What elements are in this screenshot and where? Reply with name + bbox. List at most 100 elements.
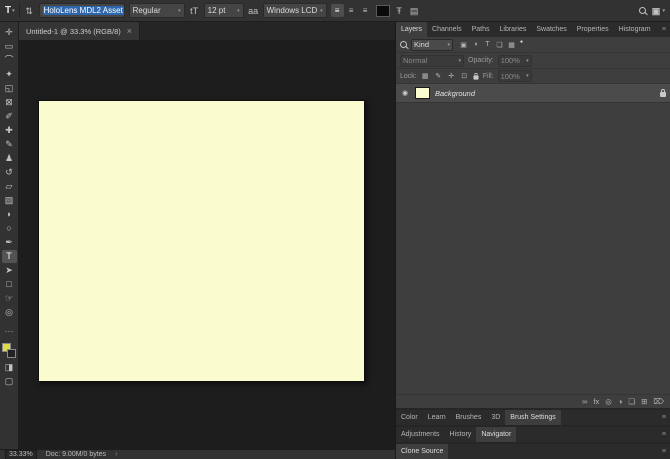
- align-right-button[interactable]: ≡: [359, 4, 372, 17]
- lock-position-icon[interactable]: ✛: [447, 72, 456, 80]
- rectangle-tool[interactable]: □: [2, 278, 17, 291]
- tab-swatches[interactable]: Swatches: [531, 22, 571, 37]
- tab-histogram[interactable]: Histogram: [614, 22, 656, 37]
- opacity-select[interactable]: 100% ▾: [497, 54, 532, 67]
- options-bar: T ▾ ⇅ HoloLens MDL2 Asset ▾ Regular ▾ tT…: [0, 0, 670, 22]
- frame-tool[interactable]: ⊠: [2, 96, 17, 109]
- lock-icon[interactable]: [660, 88, 666, 97]
- tab-properties[interactable]: Properties: [572, 22, 614, 37]
- lock-transparent-icon[interactable]: ▦: [421, 72, 430, 80]
- align-left-button[interactable]: ≡: [330, 4, 344, 17]
- zoom-tool[interactable]: ◎: [2, 306, 17, 319]
- close-icon[interactable]: ×: [127, 26, 132, 36]
- font-family-select[interactable]: HoloLens MDL2 Asset ▾: [38, 3, 125, 18]
- fill-select[interactable]: 100% ▾: [497, 70, 532, 82]
- filter-type-layers-icon[interactable]: T: [483, 41, 492, 48]
- filter-shape-layers-icon[interactable]: ❏: [495, 41, 504, 49]
- tab-navigator[interactable]: Navigator: [476, 427, 517, 442]
- anti-alias-select[interactable]: Windows LCD ▾: [262, 3, 327, 18]
- tab-color[interactable]: Color: [396, 410, 423, 425]
- history-brush-tool[interactable]: ↺: [2, 166, 17, 179]
- warp-text-button[interactable]: Ŧ: [394, 4, 405, 18]
- lock-all-icon[interactable]: [473, 72, 479, 80]
- path-selection-tool[interactable]: ➤: [2, 264, 17, 277]
- dodge-tool[interactable]: ○: [2, 222, 17, 235]
- marquee-tool[interactable]: ▭: [2, 40, 17, 53]
- new-layer-button[interactable]: ⊞: [641, 397, 647, 406]
- lock-pixels-icon[interactable]: ✎: [434, 72, 443, 80]
- panel-menu-icon[interactable]: ≡: [658, 427, 670, 442]
- canvas-area[interactable]: [19, 40, 395, 449]
- pen-tool[interactable]: ✒: [2, 236, 17, 249]
- tab-brush-settings[interactable]: Brush Settings: [505, 410, 561, 425]
- search-icon[interactable]: [639, 7, 647, 14]
- chevron-down-icon: ▾: [526, 73, 529, 79]
- filter-pixel-layers-icon[interactable]: ▣: [459, 41, 468, 49]
- delete-layer-button[interactable]: ⌦: [653, 397, 664, 406]
- panel-menu-icon[interactable]: ≡: [658, 410, 670, 425]
- layer-name[interactable]: Background: [435, 89, 475, 98]
- tab-3d[interactable]: 3D: [486, 410, 505, 425]
- chevron-down-icon: ▾: [662, 7, 665, 14]
- blend-mode-select[interactable]: Normal ▾: [400, 54, 464, 67]
- type-tool[interactable]: T: [1, 250, 17, 263]
- opacity-label: Opacity:: [468, 57, 494, 64]
- move-tool[interactable]: ✛: [2, 26, 17, 39]
- color-swatches: [2, 343, 16, 358]
- eyedropper-tool[interactable]: ✐: [2, 110, 17, 123]
- layer-mask-button[interactable]: ◎: [605, 397, 612, 406]
- crop-tool[interactable]: ◱: [2, 82, 17, 95]
- background-color-swatch[interactable]: [7, 349, 16, 358]
- align-center-button[interactable]: ≡: [345, 4, 358, 17]
- panel-menu-icon[interactable]: ≡: [658, 22, 670, 37]
- zoom-level-field[interactable]: 33.33%: [5, 449, 37, 459]
- text-color-swatch[interactable]: [375, 4, 390, 17]
- tab-adjustments[interactable]: Adjustments: [396, 427, 445, 442]
- eraser-tool[interactable]: ▱: [2, 180, 17, 193]
- tab-paths[interactable]: Paths: [467, 22, 495, 37]
- layer-thumbnail[interactable]: [415, 87, 430, 99]
- tab-clone-source[interactable]: Clone Source: [396, 444, 449, 459]
- text-orientation-toggle-icon[interactable]: ⇅: [24, 4, 35, 18]
- gradient-tool[interactable]: ▨: [2, 194, 17, 207]
- layer-style-button[interactable]: fx: [593, 397, 599, 406]
- status-options-chevron-icon[interactable]: ›: [115, 451, 117, 458]
- tab-brushes[interactable]: Brushes: [451, 410, 487, 425]
- hand-tool[interactable]: ☞: [2, 292, 17, 305]
- workspace-switcher[interactable]: ▣ ▾: [650, 4, 665, 18]
- filter-kind-select[interactable]: Kind ▾: [411, 38, 453, 51]
- document-canvas[interactable]: [38, 100, 365, 382]
- tab-learn[interactable]: Learn: [423, 410, 451, 425]
- panel-group-1: Color Learn Brushes 3D Brush Settings ≡: [396, 410, 670, 425]
- quick-mask-button[interactable]: ◨: [2, 361, 17, 374]
- layer-visibility-toggle[interactable]: ◉: [400, 89, 410, 97]
- brush-tool[interactable]: ✎: [2, 138, 17, 151]
- chevron-down-icon: ▾: [447, 41, 450, 48]
- font-size-select[interactable]: 12 pt ▾: [203, 3, 244, 18]
- adjustment-layer-button[interactable]: ◑: [618, 397, 623, 406]
- font-style-select[interactable]: Regular ▾: [128, 3, 185, 18]
- healing-brush-tool[interactable]: ✚: [2, 124, 17, 137]
- document-tab[interactable]: Untitled-1 @ 33.3% (RGB/8) ×: [19, 22, 140, 40]
- filter-smart-objects-icon[interactable]: ▦: [507, 41, 516, 49]
- new-group-button[interactable]: ❏: [628, 397, 635, 406]
- clone-stamp-tool[interactable]: ♟: [2, 152, 17, 165]
- blur-tool[interactable]: ◗: [2, 208, 17, 221]
- layer-row-background[interactable]: ◉ Background: [396, 84, 670, 103]
- screen-mode-button[interactable]: ▢: [2, 375, 17, 388]
- filter-adjustment-layers-icon[interactable]: ◑: [471, 41, 480, 48]
- edit-toolbar-button[interactable]: ⋯: [2, 325, 17, 338]
- quick-selection-tool[interactable]: ✦: [2, 68, 17, 81]
- tab-libraries[interactable]: Libraries: [495, 22, 532, 37]
- search-icon: [400, 41, 407, 48]
- link-layers-button[interactable]: ∞: [582, 397, 587, 406]
- tab-history[interactable]: History: [445, 427, 477, 442]
- tab-layers[interactable]: Layers: [396, 22, 428, 37]
- lock-artboard-icon[interactable]: ⊡: [460, 72, 469, 80]
- filter-toggle-icon[interactable]: ●: [520, 39, 523, 45]
- lasso-tool[interactable]: ⌒: [2, 54, 17, 67]
- toggle-panels-button[interactable]: ▤: [409, 4, 420, 18]
- panel-menu-icon[interactable]: ≡: [658, 444, 670, 459]
- tool-preset-picker[interactable]: T ▾: [5, 5, 15, 16]
- tab-channels[interactable]: Channels: [427, 22, 467, 37]
